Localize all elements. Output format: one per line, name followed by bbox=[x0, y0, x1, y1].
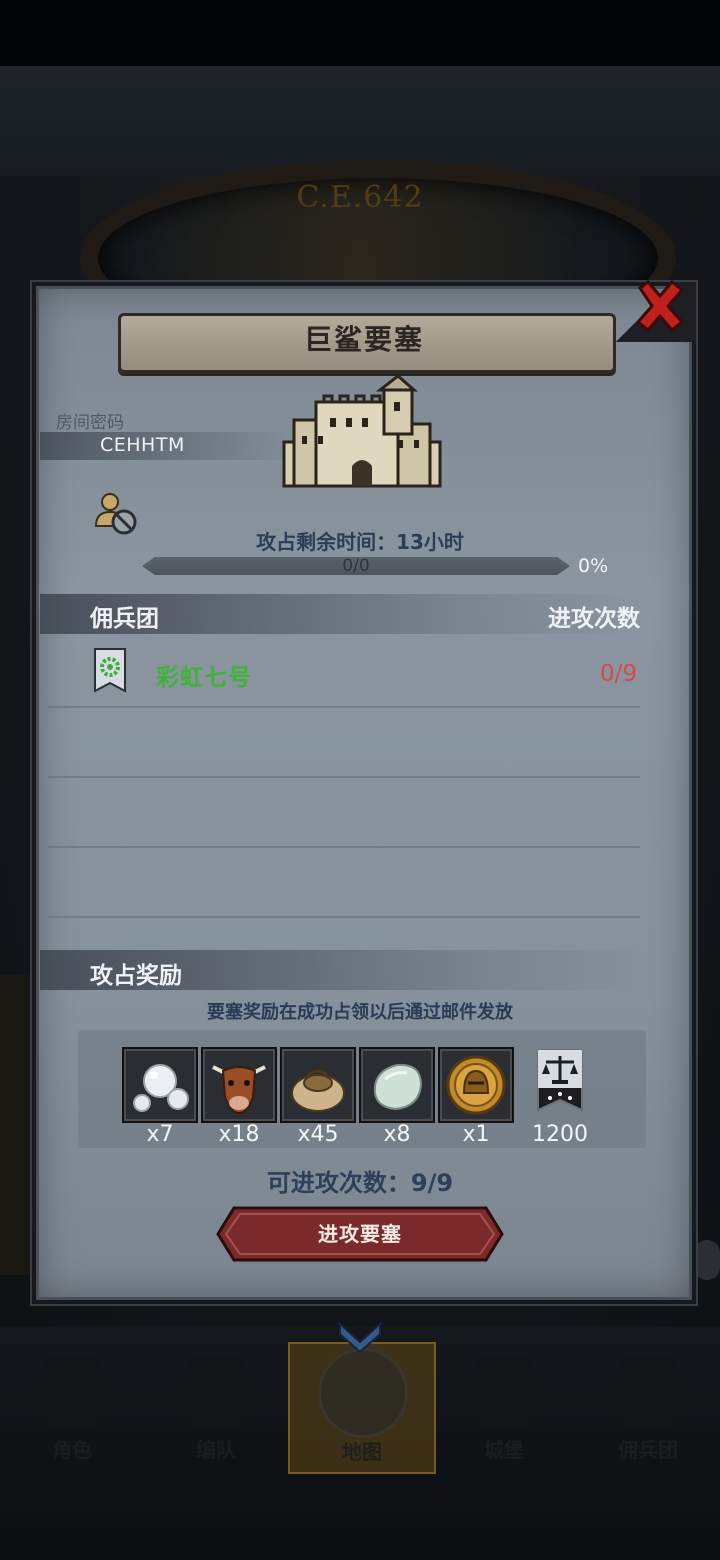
sack-icon bbox=[291, 1069, 345, 1112]
rewards-header: 攻占奖励 bbox=[90, 963, 182, 989]
mercenary-header: 佣兵团 bbox=[90, 606, 159, 632]
dialog-title: 巨鲨要塞 bbox=[303, 323, 424, 356]
reward-slot-cattle[interactable] bbox=[201, 1047, 277, 1123]
reward-qty: x8 bbox=[383, 1122, 411, 1147]
progress-count: 0/0 bbox=[342, 556, 370, 576]
list-divider bbox=[48, 776, 640, 778]
pearls-icon bbox=[133, 1064, 189, 1112]
reward-qty: x1 bbox=[462, 1122, 490, 1147]
reward-slot-pearls[interactable] bbox=[122, 1047, 198, 1123]
room-code[interactable]: CEHHTM bbox=[100, 434, 185, 456]
capture-timer: 攻占剩余时间：13小时 bbox=[256, 530, 464, 554]
list-divider bbox=[48, 916, 640, 918]
progress-percent: 0% bbox=[578, 555, 609, 577]
guild-attack-count: 0/9 bbox=[600, 661, 638, 687]
close-icon[interactable] bbox=[632, 278, 688, 334]
reward-qty: 1200 bbox=[532, 1122, 588, 1147]
cow-icon bbox=[212, 1065, 266, 1115]
fortress-castle-icon bbox=[282, 374, 442, 488]
reward-qty: x45 bbox=[297, 1122, 339, 1147]
remaining-attempts: 可进攻次数：9/9 bbox=[266, 1169, 454, 1197]
reward-slot-grain[interactable] bbox=[280, 1047, 356, 1123]
gold-helmet-coin-icon bbox=[446, 1055, 506, 1115]
attack-fortress-button[interactable]: 进攻要塞 bbox=[216, 1206, 504, 1262]
attacks-header: 进攻次数 bbox=[548, 606, 640, 632]
reward-note: 要塞奖励在成功占领以后通过邮件发放 bbox=[207, 1002, 513, 1023]
stone-icon bbox=[373, 1063, 423, 1111]
guild-name[interactable]: 彩虹七号 bbox=[156, 658, 252, 692]
room-password-label: 房间密码 bbox=[56, 413, 124, 433]
list-divider bbox=[48, 846, 640, 848]
reward-slot-medal[interactable] bbox=[438, 1047, 514, 1123]
reward-qty: x18 bbox=[218, 1122, 260, 1147]
list-divider bbox=[48, 706, 640, 708]
justice-badge-icon[interactable] bbox=[536, 1048, 584, 1118]
guild-banner-icon bbox=[94, 648, 126, 693]
reward-slot-stone[interactable] bbox=[359, 1047, 435, 1123]
reward-qty: x7 bbox=[146, 1122, 174, 1147]
